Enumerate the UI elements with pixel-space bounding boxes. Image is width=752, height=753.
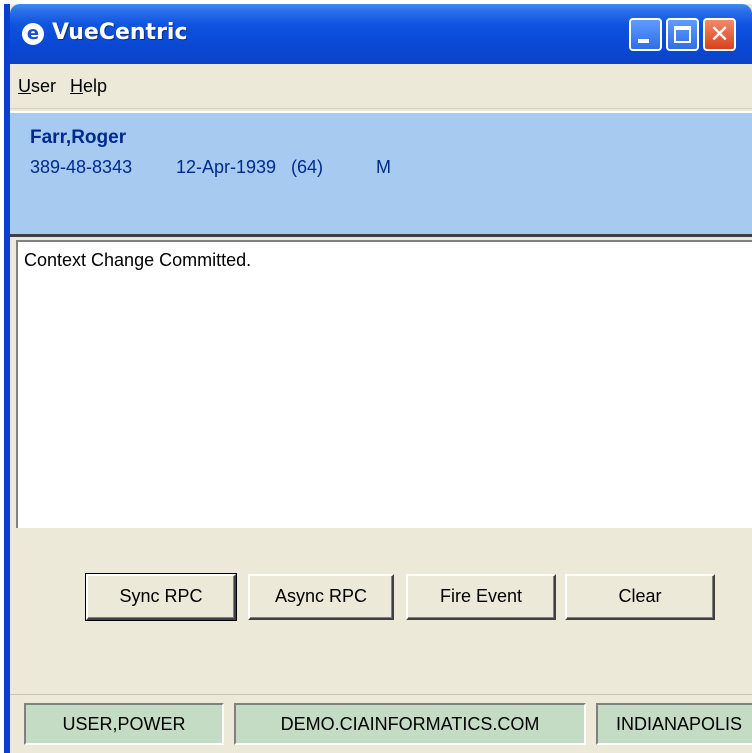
menu-help-label: Help — [70, 76, 108, 96]
status-user: USER,POWER — [24, 703, 224, 745]
patient-age: (64) — [291, 157, 324, 177]
menu-user[interactable]: User — [18, 76, 56, 97]
app-window: e VueCentric ✕ User Help Farr,Roger 389-… — [4, 4, 752, 753]
e-globe-icon: e — [22, 23, 44, 45]
menu-help[interactable]: Help — [70, 76, 107, 97]
status-domain: DEMO.CIAINFORMATICS.COM — [234, 703, 586, 745]
message-log[interactable]: Context Change Committed. — [16, 240, 752, 528]
menu-bar: User Help — [10, 64, 752, 109]
sync-rpc-button[interactable]: Sync RPC — [85, 573, 237, 621]
close-icon: ✕ — [709, 20, 730, 48]
patient-dob: 12-Apr-1939 — [176, 157, 277, 177]
title-bar[interactable]: e VueCentric ✕ — [10, 4, 752, 64]
status-bar: USER,POWER DEMO.CIAINFORMATICS.COM INDIA… — [10, 694, 752, 753]
window-title: VueCentric — [52, 20, 188, 45]
button-panel: Sync RPC Async RPC Fire Event Clear — [10, 530, 752, 694]
close-button[interactable]: ✕ — [703, 18, 736, 51]
patient-banner[interactable]: Farr,Roger 389-48-8343 12-Apr-1939 (64) … — [10, 111, 752, 237]
minimize-button[interactable] — [629, 18, 662, 51]
fire-event-button[interactable]: Fire Event — [406, 574, 556, 620]
clear-button[interactable]: Clear — [565, 574, 715, 620]
maximize-button[interactable] — [666, 18, 699, 51]
maximize-icon — [674, 26, 691, 43]
minimize-icon — [638, 39, 649, 43]
status-location: INDIANAPOLIS — [596, 703, 752, 745]
patient-name: Farr,Roger — [30, 127, 127, 148]
log-line: Context Change Committed. — [24, 250, 252, 270]
async-rpc-button[interactable]: Async RPC — [248, 574, 394, 620]
patient-sex: M — [376, 157, 391, 177]
menu-user-label: User — [18, 76, 57, 96]
patient-ssn: 389-48-8343 — [30, 157, 133, 177]
